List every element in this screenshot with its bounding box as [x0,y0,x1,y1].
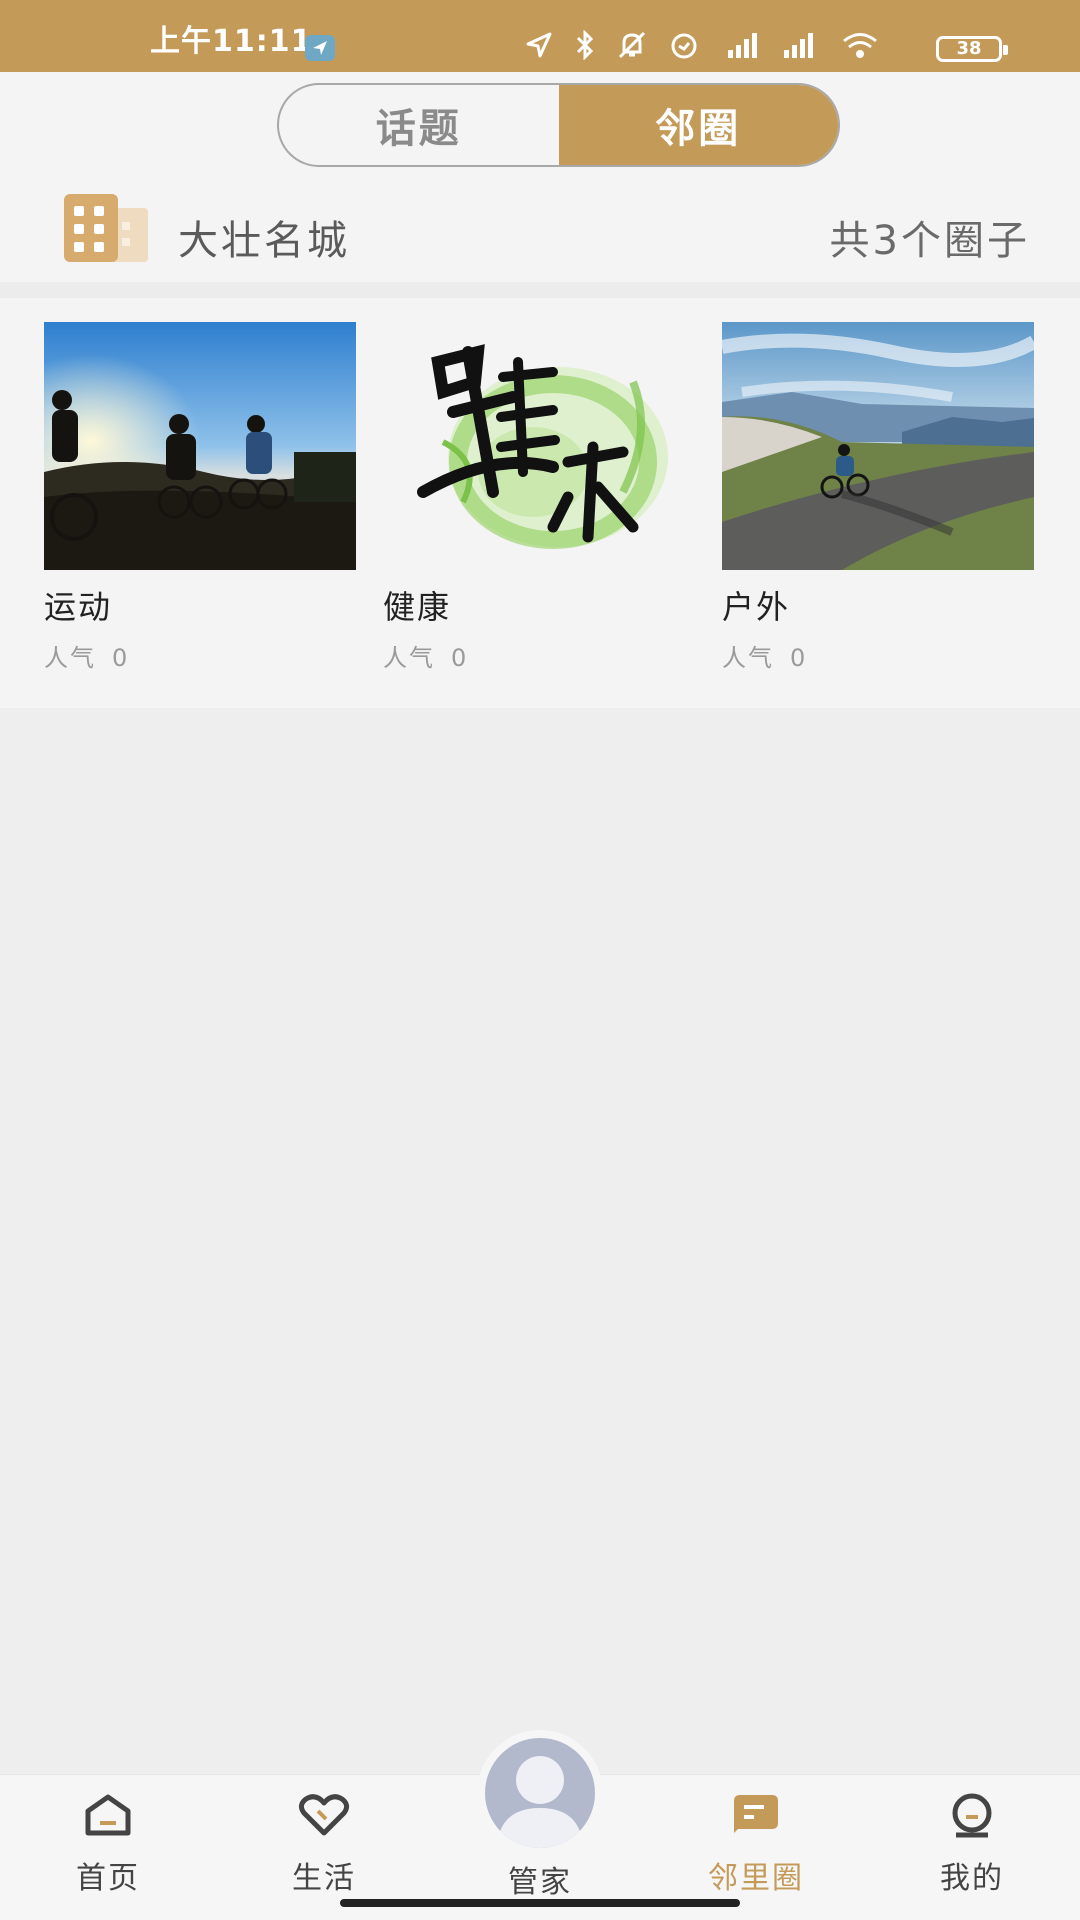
cyclist-road-mountains-image [722,322,1034,570]
mountain-bikers-sunset-image [44,322,356,570]
mute-bell-icon [616,30,648,64]
circle-title: 户外 [722,588,791,626]
status-bar: 上午11:11 38 [0,0,1080,72]
bluetooth-icon [574,29,596,64]
avatar-icon [485,1738,595,1848]
popularity-label: 人气 [44,644,96,672]
health-calligraphy-image [383,322,695,570]
circle-title: 健康 [383,588,452,626]
popularity-value: 0 [112,644,130,672]
butler-avatar-button[interactable] [477,1730,603,1856]
tab-topics[interactable]: 话题 [279,85,559,165]
tab-neighbor-circle[interactable]: 邻圈 [558,85,838,165]
popularity-value: 0 [790,644,808,672]
circle-popularity: 人气 0 [44,638,356,673]
navigation-badge-icon [305,35,335,61]
hd-signal-icon [720,30,760,64]
chat-bubble-icon [730,1793,782,1839]
circle-card-outdoor[interactable]: 户外 人气 0 [722,322,1034,673]
status-time: 上午11:11 [150,24,313,59]
wifi-icon [840,30,880,64]
battery-icon: 38 [936,36,1008,62]
segment-control: 话题 邻圈 [277,83,840,167]
circle-popularity: 人气 0 [722,638,1034,673]
profile-icon [948,1793,996,1843]
nav-label: 生活 [292,1861,356,1896]
circle-popularity: 人气 0 [383,638,695,673]
circle-title: 运动 [44,588,113,626]
home-icon [84,1793,132,1841]
community-name: 大壮名城 [178,218,350,264]
location-arrow-icon [524,30,554,64]
signal-icon [780,30,820,64]
status-icons [524,29,880,64]
header-area: 话题 邻圈 大壮名城 共3个圈子 [0,72,1080,282]
nav-label: 我的 [940,1861,1004,1896]
circle-card-health[interactable]: 健康 人气 0 [383,322,695,673]
popularity-value: 0 [451,644,469,672]
nav-label: 管家 [508,1865,572,1900]
nav-home[interactable]: 首页 [0,1775,216,1920]
nav-mine[interactable]: 我的 [864,1775,1080,1920]
circle-count: 共3个圈子 [829,218,1030,264]
circles-grid: 运动 人气 0 健康 人气 0 户外 人气 0 [0,298,1080,708]
popularity-label: 人气 [383,644,435,672]
nav-label: 首页 [76,1861,140,1896]
nav-label: 邻里圈 [708,1861,804,1896]
battery-level: 38 [956,38,982,59]
building-icon [62,192,150,268]
alarm-icon [668,30,700,64]
heart-icon [298,1793,350,1841]
popularity-label: 人气 [722,644,774,672]
circle-card-sports[interactable]: 运动 人气 0 [44,322,356,673]
home-indicator [340,1899,740,1907]
community-row[interactable]: 大壮名城 共3个圈子 [0,182,1080,282]
section-divider [0,282,1080,298]
